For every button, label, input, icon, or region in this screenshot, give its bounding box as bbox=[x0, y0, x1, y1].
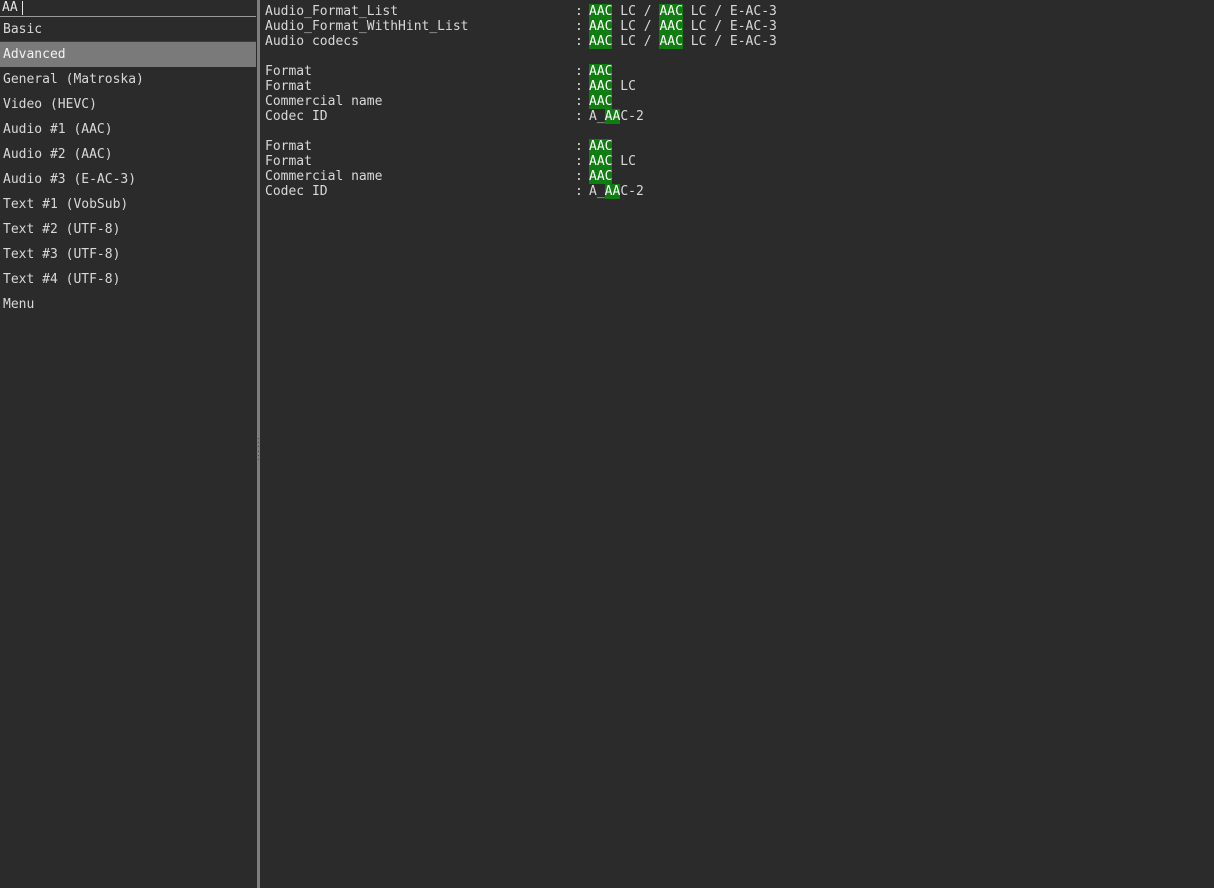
info-key: Commercial name bbox=[265, 94, 383, 109]
info-separator: : bbox=[575, 139, 583, 154]
search-match-highlight: AAC bbox=[589, 4, 613, 19]
sidebar-item-text-3-utf-8[interactable]: Text #3 (UTF-8) bbox=[0, 242, 256, 267]
info-block: Audio_Format_List: AAC LC / AAC LC / E-AC… bbox=[265, 4, 1214, 49]
sidebar-nav-list[interactable]: Basic Advanced General (Matroska) Video (HE… bbox=[0, 17, 256, 888]
info-key: Audio_Format_List bbox=[265, 4, 399, 19]
info-value-text: LC / bbox=[612, 4, 660, 19]
info-row: Codec ID: A_AAC-2 bbox=[265, 109, 1214, 124]
info-separator: : bbox=[575, 79, 583, 94]
info-value-text: C-2 bbox=[620, 109, 644, 124]
search-match-highlight: AAC bbox=[659, 4, 683, 19]
info-value-text: A_ bbox=[589, 109, 605, 124]
info-value-text: C-2 bbox=[620, 184, 644, 199]
info-value: AAC LC / AAC LC / E-AC-3 bbox=[589, 19, 1214, 34]
info-value-text: LC / bbox=[612, 19, 660, 34]
info-separator: : bbox=[575, 64, 583, 79]
app-window: BasicAdvancedGeneral (Matroska)Video (HE… bbox=[0, 0, 1214, 888]
sidebar-item-text-2-utf-8[interactable]: Text #2 (UTF-8) bbox=[0, 217, 256, 242]
info-separator: : bbox=[575, 109, 583, 124]
sidebar-item-basic[interactable]: Basic bbox=[0, 17, 256, 42]
info-separator: : bbox=[575, 34, 583, 49]
info-value-text: LC / E-AC-3 bbox=[682, 34, 777, 49]
search-row bbox=[0, 0, 256, 17]
sidebar-item-audio-1-aac[interactable]: Audio #1 (AAC) bbox=[0, 117, 256, 142]
info-key: Format bbox=[265, 154, 312, 169]
sidebar-panel: BasicAdvancedGeneral (Matroska)Video (HE… bbox=[0, 0, 256, 888]
info-value-text: LC / bbox=[612, 34, 660, 49]
info-row: Audio_Format_List: AAC LC / AAC LC / E-AC… bbox=[265, 4, 1214, 19]
info-row: Commercial name: AAC bbox=[265, 94, 1214, 109]
info-row: Audio_Format_WithHint_List: AAC LC / AAC … bbox=[265, 19, 1214, 34]
info-block: Format: AAC Format: AAC LC Commercial name: A… bbox=[265, 64, 1214, 124]
sidebar-item-menu[interactable]: Menu bbox=[0, 292, 256, 317]
info-row: Format: AAC bbox=[265, 139, 1214, 154]
info-key: Audio_Format_WithHint_List bbox=[265, 19, 469, 34]
info-key: Codec ID bbox=[265, 109, 328, 124]
search-match-highlight: AAC bbox=[589, 19, 613, 34]
sidebar-item-general-matroska[interactable]: General (Matroska) bbox=[0, 67, 256, 92]
sidebar-item-text-4-utf-8[interactable]: Text #4 (UTF-8) bbox=[0, 267, 256, 292]
sidebar-item-text-1-vobsub[interactable]: Text #1 (VobSub) bbox=[0, 192, 256, 217]
info-key: Format bbox=[265, 139, 312, 154]
info-value: A_AAC-2 bbox=[589, 109, 1214, 124]
info-value: A_AAC-2 bbox=[589, 184, 1214, 199]
info-value-text: LC / E-AC-3 bbox=[682, 19, 777, 34]
sidebar-empty-space bbox=[0, 317, 256, 888]
search-match-highlight: AAC bbox=[589, 79, 613, 94]
info-row: Format: AAC LC bbox=[265, 154, 1214, 169]
info-value: AAC bbox=[589, 169, 1214, 184]
info-row: Format: AAC LC bbox=[265, 79, 1214, 94]
info-block: Format: AAC Format: AAC LC Commercial name: A… bbox=[265, 139, 1214, 199]
search-match-highlight: AAC bbox=[589, 64, 613, 79]
sidebar-item-audio-3-e-ac-3[interactable]: Audio #3 (E-AC-3) bbox=[0, 167, 256, 192]
info-separator: : bbox=[575, 19, 583, 34]
info-key: Audio codecs bbox=[265, 34, 359, 49]
info-row: Audio codecs: AAC LC / AAC LC / E-AC-3 bbox=[265, 34, 1214, 49]
info-row: Format: AAC bbox=[265, 64, 1214, 79]
search-match-highlight: AAC bbox=[589, 94, 613, 109]
sidebar-item-advanced[interactable]: Advanced bbox=[0, 42, 256, 67]
splitter-grip-icon bbox=[257, 436, 260, 462]
info-row: Commercial name: AAC bbox=[265, 169, 1214, 184]
panel-splitter[interactable] bbox=[256, 0, 261, 888]
search-match-highlight: AAC bbox=[659, 34, 683, 49]
search-match-highlight: AAC bbox=[589, 34, 613, 49]
info-key: Codec ID bbox=[265, 184, 328, 199]
info-value-text: LC bbox=[612, 154, 636, 169]
sidebar-item-audio-2-aac[interactable]: Audio #2 (AAC) bbox=[0, 142, 256, 167]
info-value: AAC bbox=[589, 139, 1214, 154]
info-key: Format bbox=[265, 64, 312, 79]
info-row: Codec ID: A_AAC-2 bbox=[265, 184, 1214, 199]
info-separator: : bbox=[575, 169, 583, 184]
search-match-highlight: AA bbox=[604, 109, 621, 124]
info-separator: : bbox=[575, 154, 583, 169]
info-value: AAC LC bbox=[589, 154, 1214, 169]
info-value: AAC bbox=[589, 64, 1214, 79]
info-value: AAC bbox=[589, 94, 1214, 109]
info-value: AAC LC bbox=[589, 79, 1214, 94]
info-separator: : bbox=[575, 4, 583, 19]
text-caret bbox=[22, 1, 23, 15]
search-input[interactable] bbox=[0, 0, 256, 16]
info-separator: : bbox=[575, 184, 583, 199]
info-separator: : bbox=[575, 94, 583, 109]
info-value: AAC LC / AAC LC / E-AC-3 bbox=[589, 34, 1214, 49]
search-match-highlight: AAC bbox=[589, 169, 613, 184]
info-value-text: A_ bbox=[589, 184, 605, 199]
info-value: AAC LC / AAC LC / E-AC-3 bbox=[589, 4, 1214, 19]
search-match-highlight: AAC bbox=[659, 19, 683, 34]
details-panel: Audio_Format_List: AAC LC / AAC LC / E-AC… bbox=[261, 0, 1214, 888]
search-match-highlight: AA bbox=[604, 184, 621, 199]
info-key: Commercial name bbox=[265, 169, 383, 184]
info-value-text: LC / E-AC-3 bbox=[682, 4, 777, 19]
sidebar-item-video-hevc[interactable]: Video (HEVC) bbox=[0, 92, 256, 117]
search-match-highlight: AAC bbox=[589, 154, 613, 169]
info-value-text: LC bbox=[612, 79, 636, 94]
search-match-highlight: AAC bbox=[589, 139, 613, 154]
info-key: Format bbox=[265, 79, 312, 94]
